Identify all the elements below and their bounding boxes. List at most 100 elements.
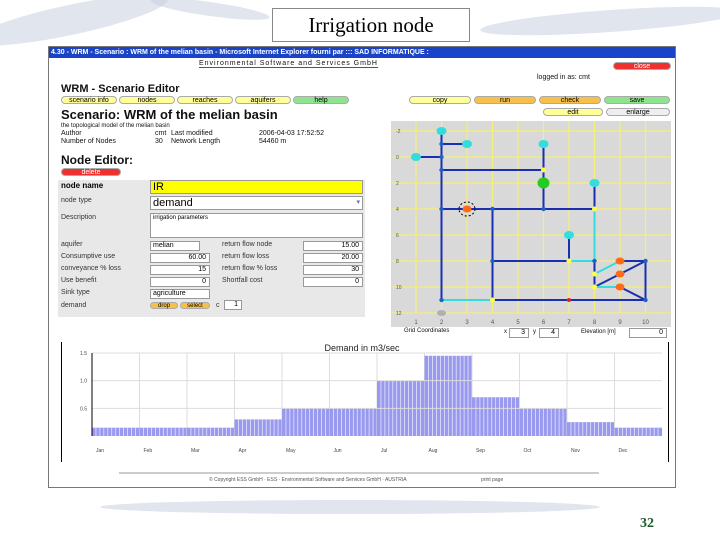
decor-swoosh xyxy=(149,0,271,25)
y-tick-label: 4 xyxy=(396,207,399,213)
return-flow-loss-input[interactable]: 20.00 xyxy=(303,253,363,263)
delete-button[interactable]: delete xyxy=(61,168,121,176)
source-node xyxy=(436,127,447,135)
run-button[interactable]: run xyxy=(474,96,536,104)
source-node xyxy=(564,231,574,239)
x-tick-label: 10 xyxy=(642,320,649,326)
tab-nodes[interactable]: nodes xyxy=(119,96,175,104)
node-type-value: demand xyxy=(153,197,193,209)
x-tick-label: 7 xyxy=(567,320,571,326)
x-tick-label: Apr xyxy=(239,448,247,454)
shortfall-cost-label: Shortfall cost xyxy=(222,277,263,284)
consumptive-use-input[interactable]: 60.00 xyxy=(150,253,210,263)
x-tick-label: Jun xyxy=(334,448,342,454)
x-tick-label: May xyxy=(286,448,296,454)
x-tick-label: Oct xyxy=(524,448,532,454)
tab-aquifers[interactable]: aquifers xyxy=(235,96,291,104)
junction-node xyxy=(541,206,546,212)
y-tick-label: 1.5 xyxy=(80,351,87,357)
c-input[interactable]: 1 xyxy=(224,300,242,310)
node-name-label: node name xyxy=(61,181,104,190)
junction-node xyxy=(439,167,444,173)
modified-label: Last modified xyxy=(171,130,213,137)
save-button[interactable]: save xyxy=(604,96,670,104)
tab-help[interactable]: help xyxy=(293,96,349,104)
copy-button[interactable]: copy xyxy=(409,96,471,104)
nodes-count-value: 30 xyxy=(155,138,163,145)
enlarge-button[interactable]: enlarge xyxy=(606,108,670,116)
junction-node xyxy=(439,154,444,160)
elevation-input[interactable]: 0 xyxy=(629,328,667,338)
demand-node xyxy=(615,270,625,278)
y-tick-label: 10 xyxy=(396,285,402,291)
aquifer-select[interactable]: melian xyxy=(150,241,200,251)
node-type-select[interactable]: demand ▾ xyxy=(150,196,363,210)
logged-in-text: logged in as: cmt xyxy=(537,74,590,81)
source-node xyxy=(462,140,472,148)
return-flow-node-input[interactable]: 15.00 xyxy=(303,241,363,251)
chevron-down-icon: ▾ xyxy=(356,199,360,206)
junction-node xyxy=(439,297,444,303)
use-benefit-input[interactable]: 0 xyxy=(150,277,210,287)
y-label: y xyxy=(533,329,536,335)
modified-value: 2006-04-03 17:52:52 xyxy=(259,130,324,137)
return-link xyxy=(594,260,621,275)
elevation-label: Elevation [m] xyxy=(581,329,616,335)
scenario-title: Scenario: WRM of the melian basin xyxy=(61,107,278,122)
grid-coordinates-label: Grid Coordinates xyxy=(404,328,450,334)
check-button[interactable]: check xyxy=(539,96,601,104)
gauge-node xyxy=(567,298,571,302)
select-button[interactable]: select xyxy=(180,302,210,309)
reach-link xyxy=(619,286,646,301)
sink-type-label: Sink type xyxy=(61,289,90,296)
demand-node xyxy=(462,205,472,213)
y-tick-label: 1.0 xyxy=(80,379,87,385)
description-textarea[interactable]: irrigation parameters xyxy=(150,213,363,238)
junction-node xyxy=(439,206,444,212)
x-label: x xyxy=(504,329,507,335)
x-tick-label: 4 xyxy=(491,320,495,326)
print-page-link[interactable]: print page xyxy=(481,477,503,483)
editor-title: WRM - Scenario Editor xyxy=(61,83,180,95)
description-label: Description xyxy=(61,214,97,221)
return-flow-pct-input[interactable]: 30 xyxy=(303,265,363,275)
junction-node xyxy=(490,206,495,212)
demand-label: demand xyxy=(61,302,87,309)
c-label: c xyxy=(216,302,220,309)
y-input[interactable]: 4 xyxy=(539,328,559,338)
footer-copyright: © Copyright ESS GmbH · ESS · Environment… xyxy=(209,477,407,483)
conveyance-loss-input[interactable]: 15 xyxy=(150,265,210,275)
junction-node xyxy=(643,258,648,264)
x-tick-label: Jan xyxy=(96,448,104,454)
edit-button[interactable]: edit xyxy=(543,108,603,116)
slide-title: Irrigation node xyxy=(272,8,470,42)
demand-chart: Demand in m3/sec Jan Feb Mar Apr May Jun Jul Aug… xyxy=(61,342,669,462)
tab-reaches[interactable]: reaches xyxy=(177,96,233,104)
nodes-count-label: Number of Nodes xyxy=(61,138,116,145)
tab-scenario-info[interactable]: scenario info xyxy=(61,96,117,104)
x-input[interactable]: 3 xyxy=(509,328,529,338)
close-button[interactable]: close xyxy=(613,62,671,70)
y-tick-label: 0 xyxy=(396,155,399,161)
source-node xyxy=(589,179,600,187)
drop-button[interactable]: drop xyxy=(150,302,178,309)
x-tick-label: 9 xyxy=(618,320,622,326)
y-tick-label: 12 xyxy=(396,311,402,317)
node-name-input[interactable]: IR xyxy=(150,180,363,194)
shortfall-cost-input[interactable]: 0 xyxy=(303,277,363,287)
sink-type-select[interactable]: agriculture xyxy=(150,289,210,299)
x-tick-label: 8 xyxy=(593,320,597,326)
company-banner: Environmental Software and Services GmbH xyxy=(199,60,378,68)
consumptive-use-label: Consumptive use xyxy=(61,253,116,260)
decor-swoosh xyxy=(100,500,600,514)
reservoir-node xyxy=(537,177,550,189)
y-tick-label: 2 xyxy=(396,181,399,187)
x-tick-label: Dec xyxy=(619,448,628,454)
x-tick-label: Nov xyxy=(571,448,580,454)
network-map[interactable]: 1 2 3 4 5 6 7 8 9 10-2024681012 xyxy=(391,121,671,327)
x-tick-label: 6 xyxy=(542,320,546,326)
chart-title: Demand in m3/sec xyxy=(324,343,400,353)
y-tick-label: 6 xyxy=(396,233,399,239)
demand-node xyxy=(615,257,625,265)
scenario-description: the topological model of the melian basi… xyxy=(61,123,170,129)
